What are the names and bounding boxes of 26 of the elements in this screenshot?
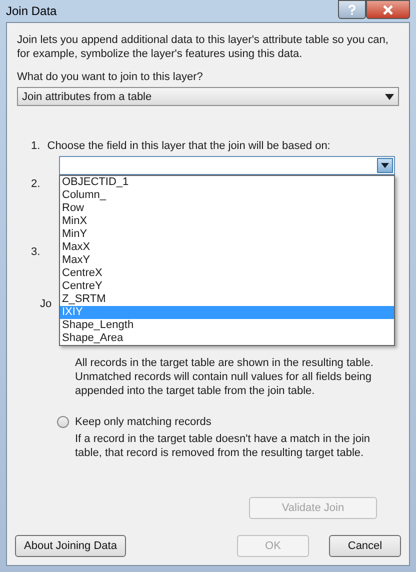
option-description: All records in the target table are shown in the resulting table. Unmatched records will contain null values for all fields being appended into the target table from the join table. bbox=[75, 356, 374, 398]
dropdown-option[interactable]: MaxX bbox=[60, 241, 394, 254]
step-number: 2. bbox=[31, 178, 40, 190]
dropdown-option[interactable]: MinX bbox=[60, 215, 394, 228]
option-description: If a record in the target table doesn't have a match in the join table, that record is removed from the resulting target table. bbox=[75, 432, 372, 460]
join-type-label: What do you want to join to this layer? bbox=[17, 71, 204, 83]
about-button[interactable]: About Joining Data bbox=[15, 535, 126, 557]
dropdown-option[interactable]: Column_ bbox=[60, 189, 394, 202]
dropdown-option[interactable]: Z_SRTM bbox=[60, 293, 394, 306]
dropdown-option[interactable]: Shape_Area bbox=[60, 332, 394, 345]
step-label: Choose the field in this layer that the join will be based on: bbox=[47, 140, 330, 152]
radio-label[interactable]: Keep only matching records bbox=[75, 416, 212, 428]
dropdown-option[interactable]: CentreX bbox=[60, 267, 394, 280]
join-type-dropdown[interactable]: Join attributes from a table bbox=[17, 87, 399, 106]
dropdown-option[interactable]: CentreY bbox=[60, 280, 394, 293]
cancel-button[interactable]: Cancel bbox=[329, 535, 401, 557]
dropdown-option[interactable]: MaxY bbox=[60, 254, 394, 267]
join-options-label: Jo bbox=[40, 298, 52, 310]
dropdown-option[interactable]: Shape_Length bbox=[60, 319, 394, 332]
window-title: Join Data bbox=[6, 4, 57, 18]
step-number: 1. bbox=[31, 140, 40, 152]
dropdown-option[interactable]: MinY bbox=[60, 228, 394, 241]
step-number: 3. bbox=[31, 246, 40, 258]
intro-text: Join lets you append additional data to this layer's attribute table so you can, for example, symbolize the layer's features using this data. bbox=[17, 33, 390, 61]
dropdown-option[interactable]: OBJECTID_1 bbox=[60, 176, 394, 189]
dropdown-option[interactable]: Row bbox=[60, 202, 394, 215]
